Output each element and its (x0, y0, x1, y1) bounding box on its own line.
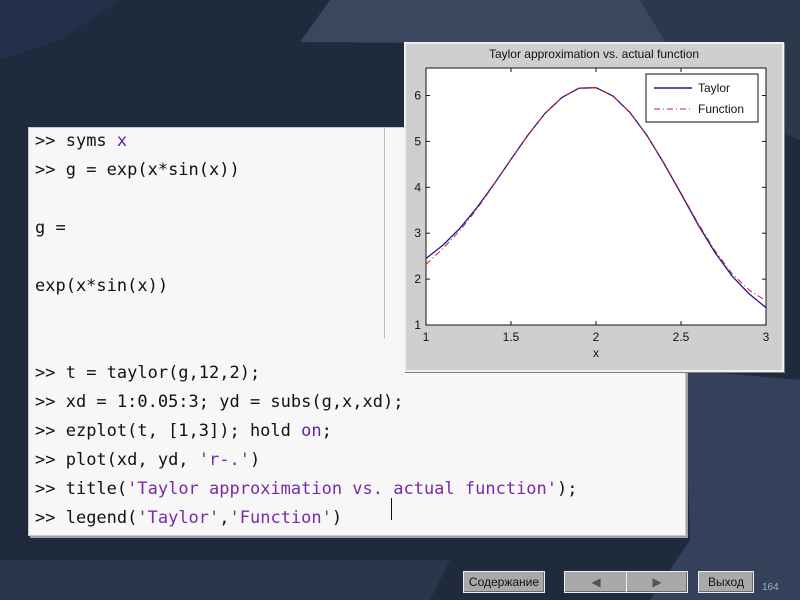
command-prompt: >> (35, 450, 66, 470)
exit-button[interactable]: Выход (698, 571, 754, 593)
back-arrow-icon: ◀ (591, 575, 601, 589)
code-text: t = taylor(g,12,2); (65, 363, 261, 383)
code-text: , (219, 508, 230, 528)
code-text: g = (35, 218, 66, 238)
text-cursor (391, 498, 392, 520)
command-prompt: >> (35, 392, 66, 412)
y-tick-label: 1 (414, 318, 421, 332)
code-text: plot(xd, yd, (65, 450, 199, 470)
page-number: 164 (762, 582, 779, 593)
x-tick-label: 1.5 (503, 330, 520, 344)
command-line: >> plot(xd, yd, 'r-.') (35, 449, 260, 471)
command-prompt: >> (35, 421, 66, 441)
contents-button[interactable]: Содержание (463, 571, 545, 593)
forward-button[interactable]: ▶ (626, 571, 688, 593)
command-prompt: >> (35, 508, 66, 528)
plot-area: 1 1.5 2 2.5 3 1 2 3 4 5 6 x Taylor Function (414, 67, 770, 360)
x-tick-label: 2.5 (673, 330, 690, 344)
string-literal: 'Taylor' (137, 508, 220, 528)
y-tick-label: 5 (414, 134, 421, 148)
y-tick-label: 6 (414, 89, 421, 103)
keyword: on (301, 421, 322, 441)
command-prompt: >> (35, 479, 66, 499)
command-line: g = (35, 217, 66, 239)
y-tick-label: 4 (414, 180, 421, 194)
y-tick-label: 2 (414, 272, 421, 286)
matlab-figure-window[interactable]: Taylor approximation vs. actual function… (404, 42, 784, 372)
string-literal: 'Function' (229, 508, 332, 528)
window-divider (384, 128, 385, 338)
string-literal: 'r-.' (198, 450, 250, 470)
code-text: ) (331, 508, 343, 528)
code-text: ; (321, 421, 332, 441)
command-line: >> xd = 1:0.05:3; yd = subs(g,x,xd); (35, 391, 403, 413)
command-line: >> g = exp(x*sin(x)) (35, 159, 240, 181)
command-line: >> ezplot(t, [1,3]); hold on; (35, 420, 332, 442)
command-line: >> t = taylor(g,12,2); (35, 362, 260, 384)
code-text: ); (557, 479, 578, 499)
command-line: >> legend('Taylor','Function') (35, 507, 342, 529)
command-line: exp(x*sin(x)) (35, 275, 168, 297)
legend-label: Taylor (698, 81, 730, 95)
x-tick-label: 3 (763, 330, 770, 344)
x-tick-label: 2 (593, 330, 600, 344)
code-text: legend( (65, 508, 138, 528)
code-text: xd = 1:0.05:3; yd = subs(g,x,xd); (65, 392, 404, 412)
legend-label: Function (698, 102, 744, 116)
back-button[interactable]: ◀ (564, 571, 628, 593)
x-tick-label: 1 (423, 330, 430, 344)
code-text: title( (65, 479, 128, 499)
x-axis-label: x (593, 346, 599, 360)
code-text: exp(x*sin(x)) (35, 276, 169, 296)
y-tick-label: 3 (414, 226, 421, 240)
command-line: >> title('Taylor approximation vs. actua… (35, 478, 578, 500)
forward-arrow-icon: ▶ (652, 575, 662, 589)
code-text: ezplot(t, [1,3]); hold (65, 421, 302, 441)
code-text: syms (65, 131, 117, 151)
code-text: g = exp(x*sin(x)) (65, 160, 240, 180)
command-prompt: >> (35, 160, 66, 180)
command-prompt: >> (35, 363, 66, 383)
command-prompt: >> (35, 131, 66, 151)
string-literal: 'Taylor approximation vs. actual functio… (127, 479, 558, 499)
keyword: x (116, 131, 128, 151)
code-text: ) (249, 450, 261, 470)
command-line: >> syms x (35, 130, 127, 152)
